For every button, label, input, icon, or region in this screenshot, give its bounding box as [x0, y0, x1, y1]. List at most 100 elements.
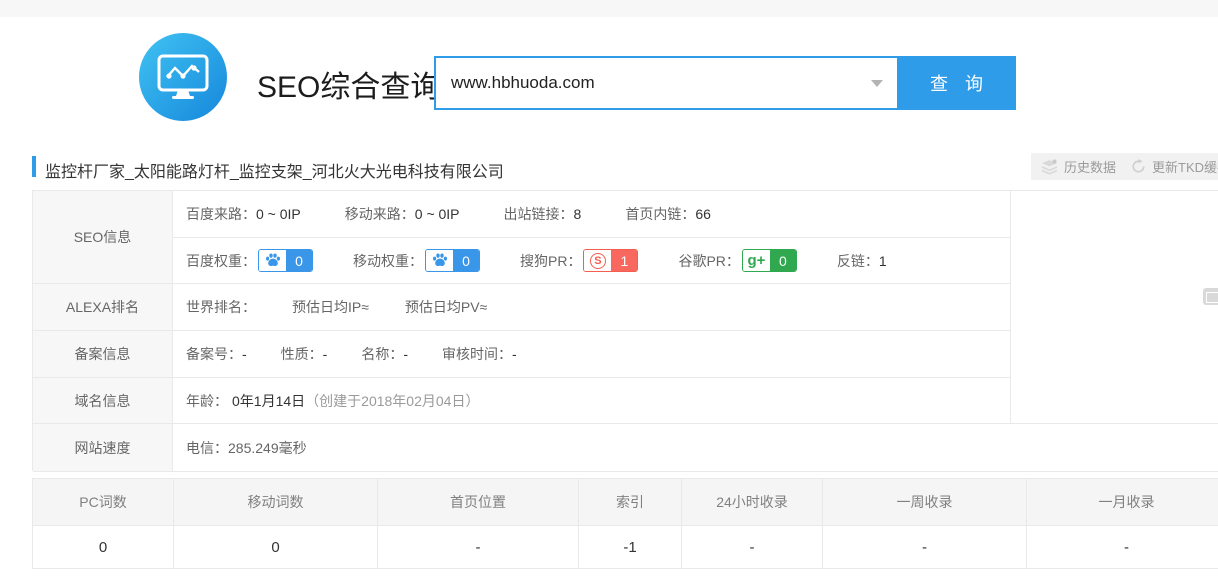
- header-homepage-position: 首页位置: [378, 479, 579, 525]
- beian-name: 名称： -: [361, 344, 408, 364]
- header-mobile-words: 移动词数: [174, 479, 378, 525]
- chevron-down-icon[interactable]: [871, 80, 883, 87]
- mobile-weight-badge[interactable]: 0: [425, 249, 480, 272]
- sogou-pr-badge[interactable]: S 1: [583, 249, 638, 272]
- alexa-row: 世界排名： 预估日均IP≈ 预估日均PV≈: [173, 284, 1042, 331]
- refresh-tkd-button[interactable]: 更新TKD缓存: [1121, 153, 1218, 180]
- value-week-included: -: [823, 526, 1027, 568]
- baidu-weight: 百度权重： 0: [186, 249, 313, 272]
- value-24h-included: -: [682, 526, 823, 568]
- mobile-traffic-unit: IP: [446, 206, 459, 222]
- beian-nature: 性质： -: [281, 344, 328, 364]
- google-pr-value: 0: [770, 250, 796, 271]
- history-data-label: 历史数据: [1064, 157, 1116, 176]
- beian-number-label: 备案号：: [186, 344, 242, 364]
- query-button[interactable]: 查 询: [897, 56, 1016, 110]
- beian-number-value[interactable]: -: [242, 346, 247, 362]
- outbound-links-value: 8: [574, 206, 582, 222]
- mobile-weight: 移动权重： 0: [353, 249, 480, 272]
- outbound-links: 出站链接： 8: [504, 204, 582, 224]
- alexa-daily-pv-label: 预估日均PV≈: [405, 297, 487, 317]
- seo-info-table: SEO信息 ALEXA排名 备案信息 域名信息 网站速度 百度来路： 0 ~ 0…: [32, 190, 1218, 471]
- domain-row: 年龄： 0年1月14日 （创建于2018年02月04日）: [173, 378, 1042, 424]
- mobile-weight-value: 0: [453, 250, 479, 271]
- page-title: SEO综合查询: [257, 62, 440, 106]
- value-mobile-words: 0: [174, 526, 378, 568]
- header-pc-words: PC词数: [33, 479, 174, 525]
- beian-nature-value: -: [323, 346, 328, 362]
- alexa-daily-ip-label: 预估日均IP≈: [292, 297, 369, 317]
- seo-weight-row: 百度权重： 0 移动权重：: [173, 238, 1042, 284]
- outbound-links-label: 出站链接：: [504, 204, 574, 224]
- speed-row: 电信： 285.249毫秒: [173, 424, 1218, 472]
- beian-audit-time-value: -: [512, 346, 517, 362]
- google-plus-icon: g+: [743, 250, 770, 271]
- beian-audit-time-label: 审核时间：: [442, 344, 512, 364]
- baidu-weight-value: 0: [286, 250, 312, 271]
- refresh-icon: [1131, 159, 1146, 174]
- keyword-table-values: 0 0 - -1 - - -: [33, 526, 1218, 568]
- value-pc-words: 0: [33, 526, 174, 568]
- history-data-button[interactable]: 历史数据: [1031, 153, 1126, 180]
- beian-number: 备案号： -: [186, 344, 247, 364]
- sogou-pr: 搜狗PR： S 1: [520, 249, 638, 272]
- row-label-alexa: ALEXA排名: [33, 284, 173, 331]
- keyword-table-header: PC词数 移动词数 首页位置 索引 24小时收录 一周收录 一月收录: [33, 479, 1218, 526]
- search-input[interactable]: [436, 58, 897, 108]
- page: SEO综合查询 查 询 监控杆厂家_太阳能路灯杆_监控支架_河北火大光电科技有限…: [0, 0, 1218, 588]
- homepage-internal-links-label: 首页内链：: [625, 204, 695, 224]
- mobile-weight-label: 移动权重：: [353, 251, 423, 271]
- domain-age-label: 年龄：: [186, 391, 228, 411]
- refresh-tkd-label: 更新TKD缓存: [1152, 157, 1218, 176]
- value-homepage-position: -: [378, 526, 579, 568]
- speed-value: 285.249毫秒: [228, 438, 307, 458]
- google-pr-badge[interactable]: g+ 0: [742, 249, 797, 272]
- baidu-traffic-unit: IP: [288, 206, 301, 222]
- backlinks: 反链： 1: [837, 251, 887, 271]
- row-label-beian: 备案信息: [33, 331, 173, 378]
- side-panel: [1010, 191, 1218, 424]
- baidu-weight-badge[interactable]: 0: [258, 249, 313, 272]
- monitor-chart-icon: [156, 53, 210, 101]
- search-box: 查 询: [434, 56, 1016, 110]
- beian-name-value: -: [403, 346, 408, 362]
- google-pr-label: 谷歌PR：: [678, 251, 739, 271]
- mobile-traffic-value: 0 ~ 0: [415, 206, 447, 222]
- baidu-weight-label: 百度权重：: [186, 251, 256, 271]
- alexa-world-rank-label: 世界排名：: [186, 297, 256, 317]
- search-input-wrap: [436, 58, 897, 108]
- keyword-stats-table: PC词数 移动词数 首页位置 索引 24小时收录 一周收录 一月收录 0 0 -…: [32, 478, 1218, 569]
- site-title: 监控杆厂家_太阳能路灯杆_监控支架_河北火大光电科技有限公司: [45, 158, 504, 182]
- beian-audit-time: 审核时间： -: [442, 344, 517, 364]
- beian-row: 备案号： - 性质： - 名称： - 审核时间： -: [173, 331, 1042, 378]
- baidu-traffic-value: 0 ~ 0: [256, 206, 288, 222]
- speed-label: 电信：: [186, 438, 228, 458]
- beian-nature-label: 性质：: [281, 344, 323, 364]
- baidu-traffic-label: 百度来路：: [186, 204, 256, 224]
- app-logo: [139, 33, 227, 121]
- seo-traffic-row: 百度来路： 0 ~ 0 IP 移动来路： 0 ~ 0 IP 出站链接： 8 首页…: [173, 191, 1042, 238]
- homepage-internal-links-value: 66: [695, 206, 711, 222]
- homepage-internal-links: 首页内链： 66: [625, 204, 711, 224]
- backlinks-label: 反链：: [837, 251, 879, 271]
- backlinks-value[interactable]: 1: [879, 253, 887, 269]
- mobile-traffic-label: 移动来路：: [345, 204, 415, 224]
- header-week-included: 一周收录: [823, 479, 1027, 525]
- layers-icon: [1041, 159, 1058, 175]
- sogou-s-icon: S: [584, 250, 611, 271]
- header-index: 索引: [579, 479, 682, 525]
- sogou-pr-label: 搜狗PR：: [520, 251, 581, 271]
- floating-widget-icon[interactable]: [1203, 288, 1218, 305]
- value-index: -1: [579, 526, 682, 568]
- row-label-seo: SEO信息: [33, 191, 173, 284]
- beian-name-label: 名称：: [361, 344, 403, 364]
- mobile-paw-icon: [426, 250, 453, 271]
- domain-age-value: 0年1月14日: [232, 391, 305, 411]
- mobile-traffic: 移动来路： 0 ~ 0 IP: [345, 204, 460, 224]
- google-pr: 谷歌PR： g+ 0: [678, 249, 796, 272]
- top-strip: [0, 0, 1218, 17]
- title-accent-bar: [32, 156, 36, 177]
- sogou-pr-value: 1: [611, 250, 637, 271]
- baidu-traffic: 百度来路： 0 ~ 0 IP: [186, 204, 301, 224]
- row-label-domain: 域名信息: [33, 378, 173, 424]
